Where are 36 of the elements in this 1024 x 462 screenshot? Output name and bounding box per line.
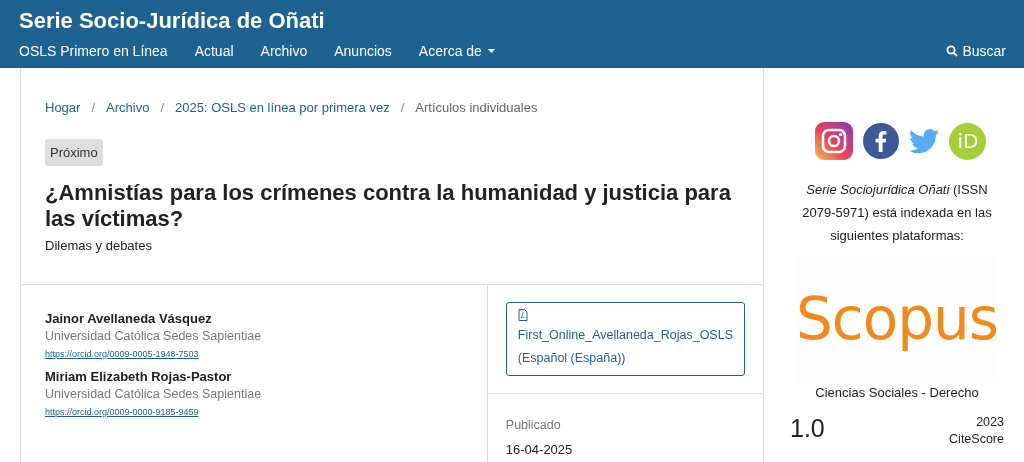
- breadcrumb-separator: /: [400, 100, 405, 115]
- author-affiliation: Universidad Católica Sedes Sapientiae: [45, 329, 263, 343]
- search-icon: [946, 45, 959, 57]
- caret-icon: [487, 49, 495, 53]
- search-link[interactable]: Buscar: [946, 43, 1006, 59]
- site-title[interactable]: Serie Socio-Jurídica de Oñati: [19, 0, 325, 38]
- nav-link[interactable]: Archivo: [260, 43, 308, 59]
- breadcrumb-separator: /: [91, 100, 96, 115]
- scopus-area: Ciencias Sociales - Derecho: [790, 385, 1004, 400]
- indexing-text: Serie Sociojurídica Oñati (ISSN 2079-5971) está indexada en las siguientes plataformas:: [801, 181, 993, 245]
- published-label: Publicado: [505, 418, 562, 432]
- citescore-year: 2023: [975, 414, 1004, 431]
- orcid-link[interactable]: https://orcid.org/0009-0000-9185-9459: [45, 407, 199, 417]
- nav-link[interactable]: OSLS Primero en Línea: [19, 43, 168, 59]
- facebook-icon[interactable]: [863, 123, 900, 159]
- nav-link[interactable]: Actual: [194, 43, 234, 59]
- article-subtitle: Dilemas y debates: [45, 238, 153, 253]
- pdf-file-icon: [517, 309, 528, 321]
- author-name: Miriam Elizabeth Rojas-Pastor: [45, 369, 233, 384]
- article-title: ¿Amnistías para los crímenes contra la humanidad y justicia para las víctimas?: [45, 180, 732, 232]
- status-badge: Próximo: [45, 139, 103, 166]
- camera-icon[interactable]: [815, 122, 854, 160]
- breadcrumb-link[interactable]: 2025: OSLS en línea por primera vez: [175, 100, 390, 115]
- citescore-value: 1.0: [790, 414, 825, 444]
- nav-link[interactable]: Anuncios: [334, 43, 392, 59]
- breadcrumb-current: Artículos individuales: [415, 100, 538, 115]
- citescore-label: CiteScore: [949, 431, 1004, 448]
- author-name: Jainor Avellaneda Vásquez: [45, 311, 213, 326]
- orcid-link[interactable]: https://orcid.org/0009-0005-1948-7503: [45, 349, 199, 359]
- breadcrumb-link[interactable]: Hogar: [45, 100, 81, 115]
- pdf-download-link[interactable]: First_Online_Avellaneda_Rojas_OSLS (Español (España)): [505, 302, 745, 376]
- breadcrumb-link[interactable]: Archivo: [106, 100, 150, 115]
- breadcrumb-separator: /: [160, 100, 165, 115]
- nav-dropdown[interactable]: Acerca de: [418, 43, 495, 59]
- published-date: 16-04-2025: [505, 442, 574, 457]
- author-affiliation: Universidad Católica Sedes Sapientiae: [45, 387, 263, 401]
